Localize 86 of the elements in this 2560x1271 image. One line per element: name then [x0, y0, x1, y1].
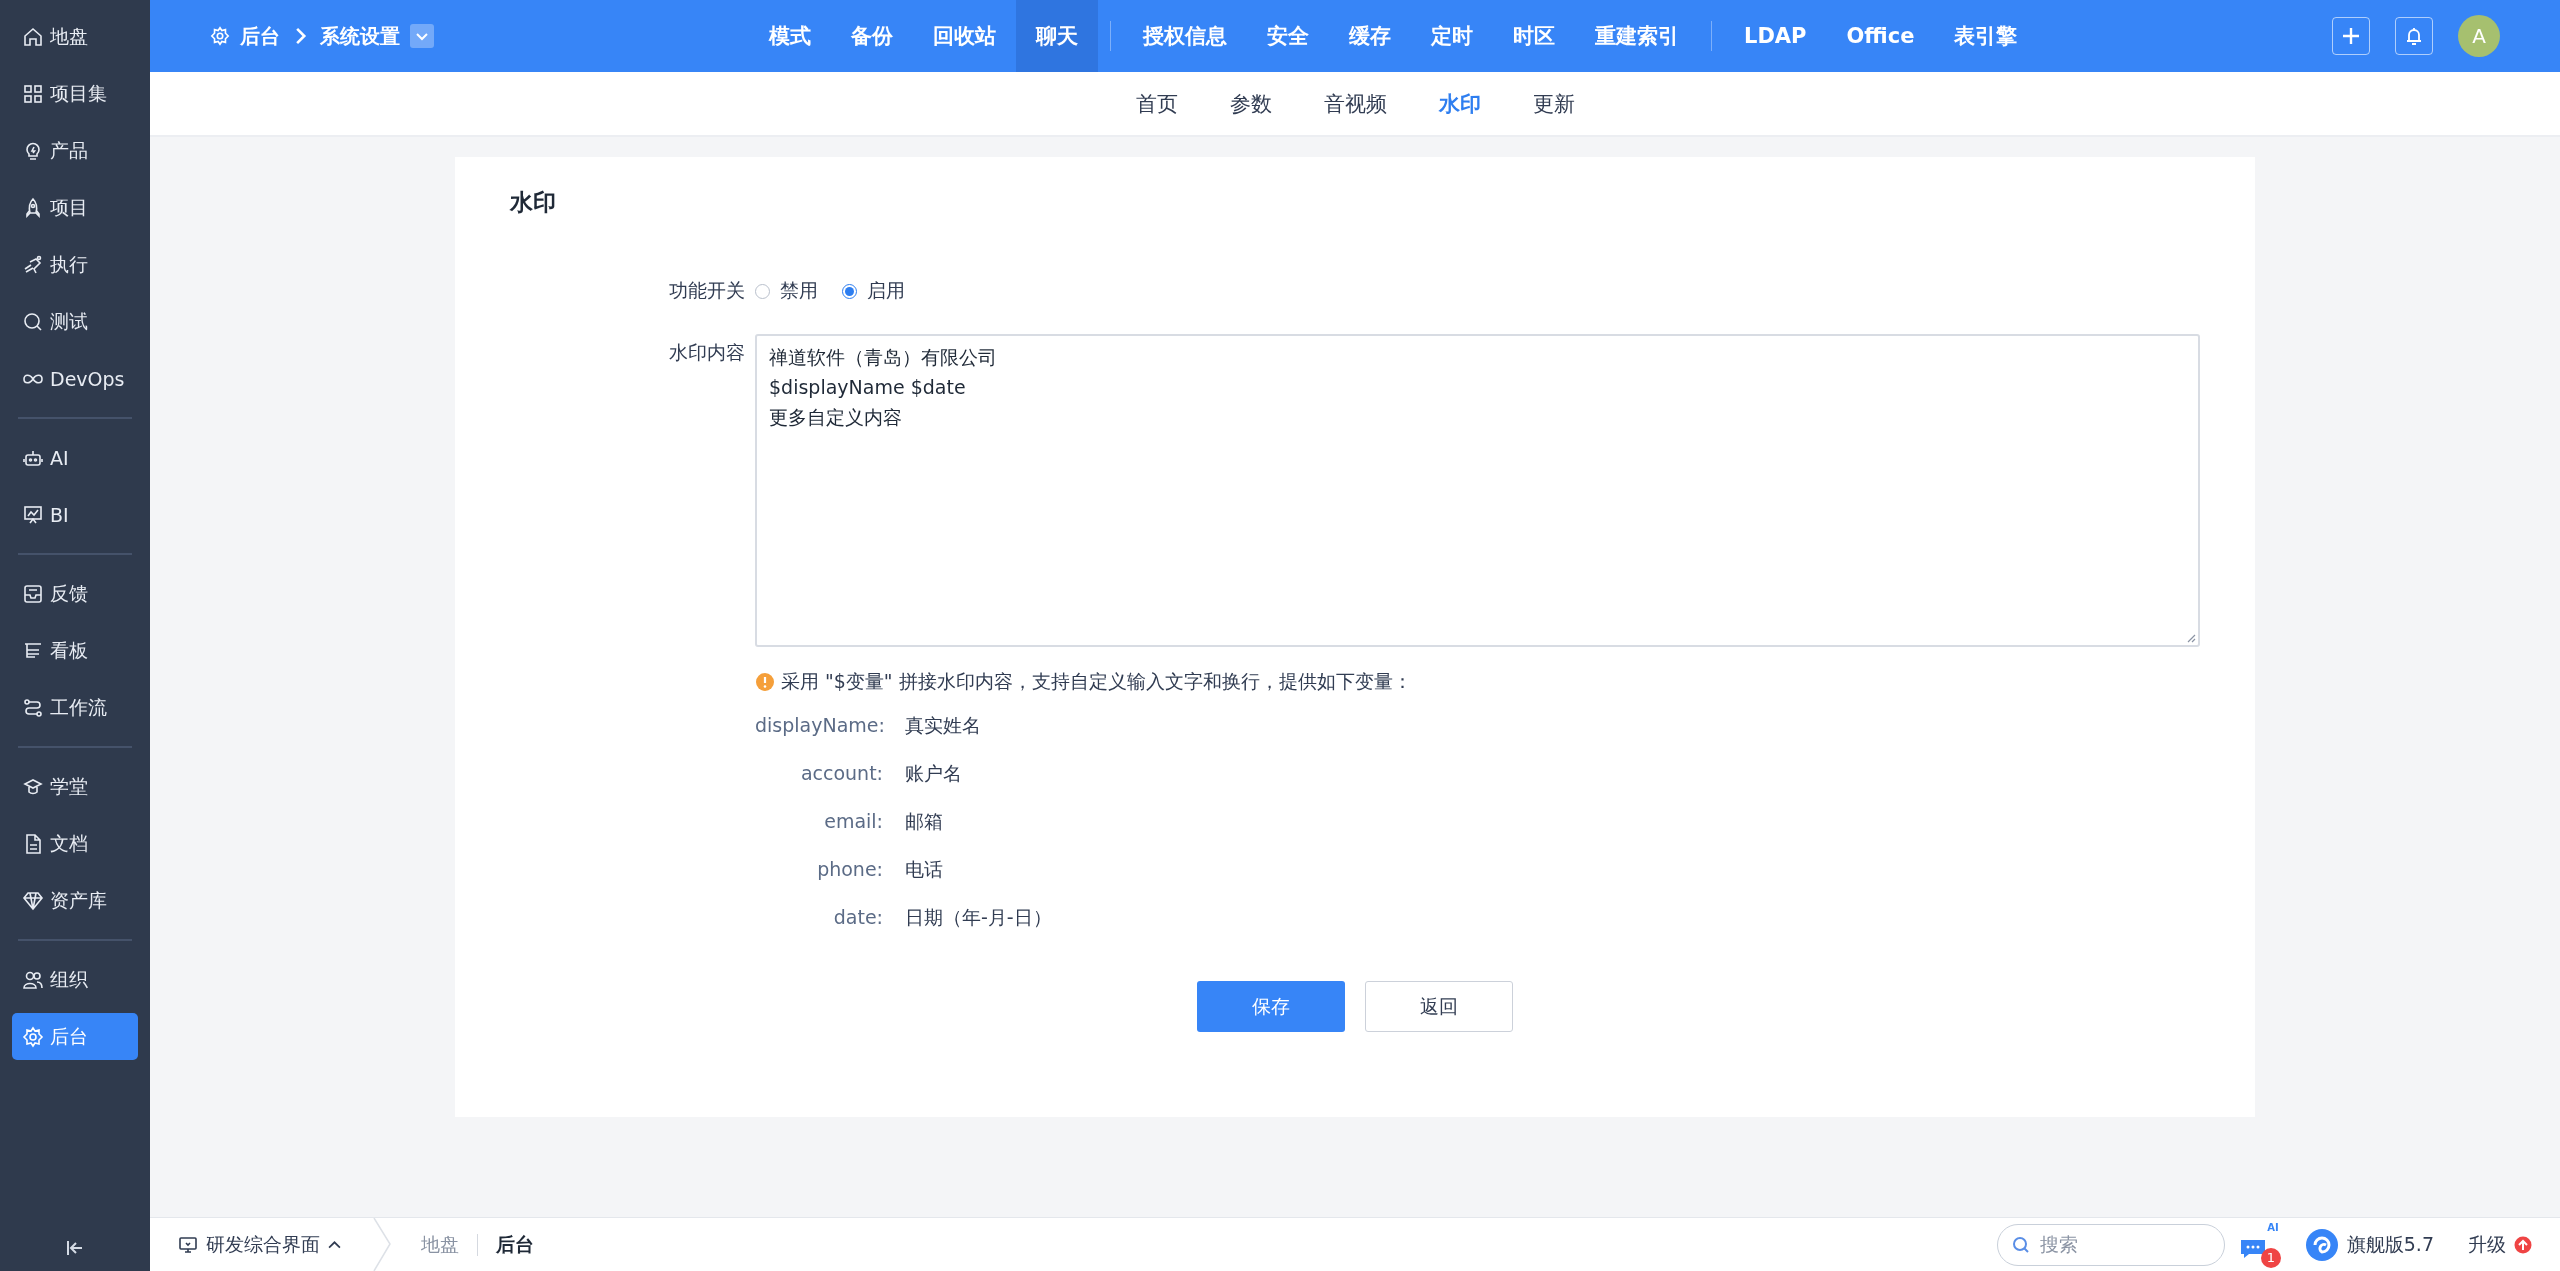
flow-icon — [22, 696, 44, 719]
chart-board-icon — [22, 503, 44, 526]
nav-tab[interactable]: 授权信息 — [1123, 0, 1247, 72]
sidebar-item[interactable]: 产品 — [12, 127, 138, 174]
dropdown-button[interactable] — [410, 24, 434, 48]
radio-option[interactable]: 禁用 — [755, 278, 818, 304]
nav-tab[interactable]: 聊天 — [1016, 0, 1098, 72]
radio-label: 启用 — [867, 278, 905, 303]
hint-text: 采用 "$变量" 拼接水印内容，支持自定义输入文字和换行，提供如下变量： — [781, 669, 1412, 694]
swirl-logo-icon — [2304, 1227, 2339, 1262]
ai-chat-button[interactable]: AI 1 — [2238, 1221, 2281, 1268]
notification-button[interactable] — [2395, 17, 2433, 55]
nav-tab[interactable]: 时区 — [1493, 0, 1575, 72]
sub-tab[interactable]: 水印 — [1416, 89, 1503, 118]
sidebar-item[interactable]: 项目 — [12, 184, 138, 231]
variable-name: account: — [799, 761, 883, 786]
nav-tab[interactable]: Office — [1826, 0, 1935, 72]
notification-badge: 1 — [2260, 1247, 2281, 1268]
radio-label: 禁用 — [780, 278, 818, 303]
diamond-icon — [22, 889, 44, 912]
variable-description: 邮箱 — [905, 809, 944, 834]
sidebar-item[interactable]: 后台 — [12, 1013, 138, 1060]
nav-tab[interactable]: 表引擎 — [1934, 0, 2038, 72]
ai-label: AI — [2267, 1221, 2279, 1233]
gear-icon — [210, 26, 230, 46]
grid-icon — [22, 82, 44, 105]
breadcrumb-link[interactable]: 后台 — [240, 22, 280, 50]
edition-info[interactable]: 旗舰版5.7 — [2304, 1227, 2434, 1262]
gear-icon — [22, 1025, 44, 1048]
save-button[interactable]: 保存 — [1197, 981, 1345, 1032]
variable-name: displayName: — [755, 713, 883, 738]
sidebar-item[interactable]: BI — [12, 491, 138, 538]
sub-tab[interactable]: 参数 — [1207, 89, 1294, 118]
nav-tab[interactable]: 模式 — [749, 0, 831, 72]
nav-tab[interactable]: 缓存 — [1329, 0, 1411, 72]
upgrade-link[interactable]: 升级 — [2468, 1231, 2532, 1258]
inbox-icon — [22, 582, 44, 605]
nav-tab[interactable]: 备份 — [831, 0, 913, 72]
sidebar-item[interactable]: 反馈 — [12, 570, 138, 617]
field-label: 功能开关 — [668, 278, 746, 303]
field-label: 水印内容 — [668, 340, 746, 365]
breadcrumb-link[interactable]: 后台 — [478, 1231, 552, 1258]
variable-description: 日期（年-月-日） — [905, 905, 1053, 930]
variable-name: phone: — [816, 857, 883, 882]
variable-name: email: — [823, 809, 883, 834]
sidebar-item[interactable]: DevOps — [12, 355, 138, 402]
sidebar-item[interactable]: 学堂 — [12, 763, 138, 810]
sub-tab[interactable]: 更新 — [1510, 89, 1597, 118]
variable-description: 电话 — [905, 857, 944, 882]
sidebar-item[interactable]: AI — [12, 434, 138, 481]
sidebar-item[interactable]: 测试 — [12, 298, 138, 345]
radio-option[interactable]: 启用 — [842, 278, 905, 304]
add-button[interactable] — [2332, 17, 2370, 55]
sidebar-item[interactable]: 文档 — [12, 820, 138, 867]
app-switcher[interactable]: 研发综合界面 — [178, 1231, 361, 1258]
nav-tab[interactable]: 重建索引 — [1575, 0, 1699, 72]
sub-tab[interactable]: 音视频 — [1301, 89, 1409, 118]
back-button[interactable]: 返回 — [1365, 981, 1513, 1032]
nav-tab[interactable]: LDAP — [1724, 0, 1827, 72]
magnifier-icon — [22, 310, 44, 333]
plus-icon — [2340, 25, 2362, 47]
sub-tab[interactable]: 首页 — [1113, 89, 1200, 118]
variable-name: date: — [832, 905, 883, 930]
variable-description: 真实姓名 — [905, 713, 982, 738]
nav-tab[interactable]: 回收站 — [913, 0, 1016, 72]
sidebar-item[interactable]: 组织 — [12, 956, 138, 1003]
breadcrumb-current[interactable]: 系统设置 — [320, 22, 400, 50]
nav-tab[interactable]: 定时 — [1411, 0, 1493, 72]
search-icon — [2011, 1235, 2030, 1254]
running-icon — [22, 253, 44, 276]
sidebar-item[interactable]: 地盘 — [12, 13, 138, 60]
variable-description: 账户名 — [905, 761, 963, 786]
arrow-up-icon — [2514, 1235, 2532, 1254]
sidebar-item[interactable]: 资产库 — [12, 877, 138, 924]
chevron-up-icon — [328, 1240, 341, 1249]
sidebar-item[interactable]: 看板 — [12, 627, 138, 674]
watermark-textarea[interactable]: 禅道软件（青岛）有限公司 $displayName $date 更多自定义内容 — [755, 334, 2200, 647]
sidebar-item[interactable]: 工作流 — [12, 684, 138, 731]
section-title: 水印 — [510, 188, 557, 217]
sidebar-item[interactable]: 执行 — [12, 241, 138, 288]
warning-icon — [755, 672, 775, 692]
nav-tab[interactable]: 安全 — [1247, 0, 1329, 72]
house-icon — [22, 25, 44, 48]
monitor-icon — [178, 1234, 198, 1255]
resize-handle-icon[interactable] — [2186, 633, 2196, 643]
sidebar-item[interactable]: 项目集 — [12, 70, 138, 117]
